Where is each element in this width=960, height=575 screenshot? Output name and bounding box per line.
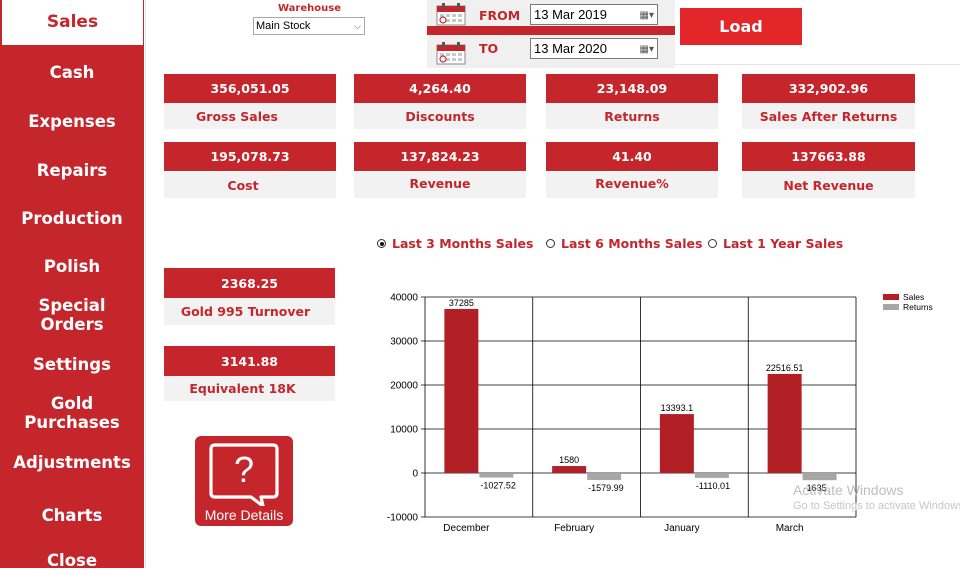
y-tick-label: 0: [412, 469, 418, 480]
equivalent-18k-value: 3141.88: [164, 346, 335, 376]
gold-turnover-value: 2368.25: [164, 268, 335, 298]
legend-label-sales: Sales: [903, 292, 924, 302]
legend-swatch-returns: [883, 304, 899, 310]
from-calendar-icon[interactable]: [436, 2, 466, 26]
radio-label: Last 6 Months Sales: [561, 236, 703, 251]
y-tick-label: 20000: [390, 381, 418, 392]
equivalent-18k-label: Equivalent 18K: [164, 376, 335, 401]
from-date-value: 13 Mar 2019: [534, 7, 607, 22]
sales-bar: [444, 308, 479, 473]
sales-data-label: 37285: [449, 298, 474, 308]
sales-data-label: 1580: [559, 455, 579, 465]
date-dropdown-icon[interactable]: ▦▾: [640, 6, 654, 25]
sidebar-item-polish[interactable]: Polish: [0, 246, 144, 286]
sales-after-returns-value: 332,902.96: [742, 74, 915, 103]
discounts-label: Discounts: [354, 103, 526, 129]
radio-indicator[interactable]: [377, 239, 386, 248]
to-date-input[interactable]: 13 Mar 2020 ▦▾: [530, 38, 658, 59]
y-tick-label: 10000: [390, 425, 418, 436]
radio-indicator[interactable]: [708, 239, 717, 248]
to-date-value: 13 Mar 2020: [534, 41, 607, 56]
radio-last-1-year[interactable]: Last 1 Year Sales: [708, 236, 843, 251]
revenue-percent-label: Revenue%: [546, 172, 718, 198]
more-details-button[interactable]: ? More Details: [195, 436, 293, 526]
y-tick-label: 30000: [390, 337, 418, 348]
net-revenue-value: 137663.88: [742, 142, 915, 171]
sidebar-item-adjustments[interactable]: Adjustments: [0, 442, 144, 482]
chevron-down-icon: ⌵: [354, 21, 361, 31]
sidebar-item-charts[interactable]: Charts: [0, 495, 144, 535]
question-speech-bubble-icon: ?: [209, 443, 279, 506]
x-tick-label: March: [776, 523, 804, 534]
sidebar-item-repairs[interactable]: Repairs: [0, 150, 144, 190]
cost-value: 195,078.73: [164, 142, 336, 171]
returns-value: 23,148.09: [546, 74, 718, 103]
sidebar-item-gold-purchases[interactable]: Gold Purchases: [0, 392, 144, 434]
date-range-band: [427, 26, 675, 35]
to-calendar-icon[interactable]: [436, 41, 466, 65]
returns-label: Returns: [546, 103, 718, 129]
y-tick-label: 40000: [390, 293, 418, 304]
gold-turnover-label: Gold 995 Turnover: [164, 298, 335, 325]
returns-bar: [479, 473, 514, 478]
gross-sales-label: Gross Sales: [164, 103, 336, 129]
sidebar-item-production[interactable]: Production: [0, 198, 144, 238]
sidebar-item-cash[interactable]: Cash: [0, 52, 144, 92]
warehouse-select[interactable]: Main Stock ⌵: [253, 17, 365, 35]
radio-last-6-months[interactable]: Last 6 Months Sales: [546, 236, 702, 251]
sidebar-item-sales[interactable]: Sales: [2, 0, 143, 45]
sidebar-item-settings[interactable]: Settings: [0, 344, 144, 384]
returns-data-label: -1110.01: [696, 481, 730, 491]
sales-bar: [767, 373, 802, 473]
sidebar-item-expenses[interactable]: Expenses: [0, 101, 144, 141]
sidebar-item-close[interactable]: Close: [0, 545, 144, 575]
from-date-input[interactable]: 13 Mar 2019 ▦▾: [530, 4, 658, 25]
radio-last-3-months[interactable]: Last 3 Months Sales: [377, 236, 533, 251]
sales-bar: [659, 414, 694, 473]
warehouse-label: Warehouse: [278, 3, 341, 14]
sales-after-returns-label: Sales After Returns: [742, 103, 915, 129]
sales-bar: [552, 466, 587, 473]
revenue-value: 137,824.23: [354, 142, 526, 171]
to-label: TO: [479, 41, 499, 56]
sidebar-item-special-orders[interactable]: Special Orders: [0, 294, 144, 336]
x-tick-label: December: [443, 523, 490, 534]
cost-label: Cost: [164, 172, 336, 198]
x-tick-label: January: [664, 523, 700, 534]
returns-data-label: -1027.52: [480, 481, 516, 491]
sidebar: Sales Cash Expenses Repairs Production P…: [0, 0, 144, 570]
returns-bar: [802, 473, 837, 481]
net-revenue-label: Net Revenue: [742, 172, 915, 198]
svg-text:?: ?: [234, 449, 254, 490]
radio-label: Last 1 Year Sales: [723, 236, 844, 251]
sales-data-label: 22516.51: [766, 363, 804, 373]
legend-label-returns: Returns: [903, 302, 933, 312]
discounts-value: 4,264.40: [354, 74, 526, 103]
legend-swatch-sales: [883, 294, 899, 300]
watermark-line2: Go to Settings to activate Windows.: [793, 500, 960, 512]
load-button[interactable]: Load: [680, 8, 802, 45]
sidebar-divider: [145, 0, 146, 568]
radio-label: Last 3 Months Sales: [392, 236, 534, 251]
from-label: FROM: [479, 8, 521, 23]
returns-bar: [694, 473, 729, 478]
date-dropdown-icon[interactable]: ▦▾: [640, 40, 654, 59]
x-tick-label: February: [554, 523, 594, 534]
radio-indicator[interactable]: [546, 239, 555, 248]
returns-bar: [587, 473, 622, 480]
revenue-label: Revenue: [354, 172, 526, 198]
more-details-label: More Details: [204, 507, 284, 523]
sales-data-label: 13393.1: [661, 403, 694, 413]
header-divider: [675, 64, 960, 65]
y-tick-label: -10000: [387, 513, 419, 524]
returns-data-label: -1579.99: [588, 483, 624, 493]
gross-sales-value: 356,051.05: [164, 74, 336, 103]
watermark-line1: Activate Windows: [793, 482, 904, 498]
revenue-percent-value: 41.40: [546, 142, 718, 171]
warehouse-select-value: Main Stock: [256, 20, 311, 32]
